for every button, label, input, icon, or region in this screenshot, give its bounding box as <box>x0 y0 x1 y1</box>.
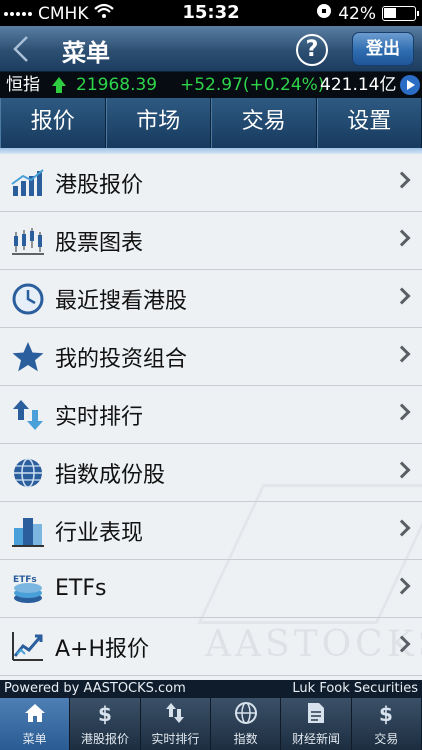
list-item[interactable]: 最近搜看港股 <box>0 270 422 328</box>
svg-text:$: $ <box>379 702 393 725</box>
index-value: 21968.39 <box>76 75 158 95</box>
bottom-nav: 菜单 $ 港股报价 实时排行 指数 财经新闻 $ 交易 <box>0 698 422 750</box>
nav-news[interactable]: 财经新闻 <box>281 698 352 750</box>
index-ticker[interactable]: 恒指 21968.39 +52.97(+0.24%) 421.14亿 <box>0 72 422 98</box>
chevron-right-icon <box>393 229 411 247</box>
tab-market[interactable]: 市场 <box>105 98 211 148</box>
menu-label: 实时排行 <box>55 404 144 430</box>
broker-name: Luk Fook Securities <box>292 681 418 696</box>
menu-label: 港股报价 <box>55 172 144 198</box>
chevron-right-icon <box>393 519 411 537</box>
list-item[interactable]: 指数成份股 <box>0 444 422 502</box>
chevron-right-icon <box>393 171 411 189</box>
list-item[interactable]: 港股报价 <box>0 154 422 212</box>
battery-icon <box>382 6 419 21</box>
menu-label: A+H报价 <box>55 636 150 662</box>
ah-chart-icon <box>11 630 45 664</box>
powered-by-text: Powered by AASTOCKS.com <box>4 681 186 696</box>
buildings-icon <box>11 514 45 548</box>
news-icon <box>281 698 350 728</box>
page-title: 菜单 <box>62 39 110 67</box>
list-item[interactable]: 行业表现 <box>0 502 422 560</box>
hk-quote-chart-icon <box>11 166 45 200</box>
list-item[interactable]: 我的投资组合 <box>0 328 422 386</box>
nav-label: 指数 <box>233 732 258 746</box>
menu-label: 股票图表 <box>55 230 144 256</box>
nav-label: 财经新闻 <box>291 732 340 746</box>
nav-hk-quote[interactable]: $ 港股报价 <box>70 698 141 750</box>
nav-trade[interactable]: $ 交易 <box>352 698 422 750</box>
top-tabs: 报价 市场 交易 设置 <box>0 98 422 148</box>
chevron-left-icon <box>13 36 28 62</box>
battery-percent: 42% <box>338 3 376 24</box>
menu-label: 我的投资组合 <box>55 346 188 372</box>
back-button[interactable] <box>10 34 36 64</box>
status-bar: CMHK 15:32 42% <box>0 0 422 26</box>
nav-menu[interactable]: 菜单 <box>0 698 71 750</box>
up-arrow-icon <box>52 77 66 93</box>
up-down-arrows-icon <box>11 398 45 432</box>
list-item[interactable]: 股票图表 <box>0 212 422 270</box>
dollar-icon: $ <box>352 698 421 728</box>
tab-trade[interactable]: 交易 <box>211 98 317 148</box>
rotation-lock-icon <box>316 3 332 24</box>
chevron-right-icon <box>393 345 411 363</box>
status-right: 42% <box>316 3 419 24</box>
globe-icon <box>11 456 45 490</box>
nav-label: 交易 <box>374 732 399 746</box>
index-turnover: 421.14亿 <box>320 75 397 95</box>
globe-icon <box>211 698 280 728</box>
nav-label: 菜单 <box>22 732 47 746</box>
title-bar: 菜单 ? 登出 <box>0 26 422 72</box>
menu-label: ETFs <box>55 576 107 601</box>
help-button[interactable]: ? <box>296 34 328 66</box>
list-item[interactable]: 实时排行 <box>0 386 422 444</box>
sort-arrows-icon <box>141 698 210 728</box>
menu-list: AASTOCKS 港股报价 股票图表 最近搜看港股 我的投资组合 实时排行 <box>0 154 422 680</box>
menu-label: 行业表现 <box>55 520 144 546</box>
nav-label: 港股报价 <box>80 732 129 746</box>
menu-label: 指数成份股 <box>55 462 166 488</box>
nav-ranking[interactable]: 实时排行 <box>141 698 211 750</box>
tab-settings[interactable]: 设置 <box>316 98 422 148</box>
star-icon <box>11 340 45 374</box>
list-item[interactable]: ETFs ETFs <box>0 560 422 618</box>
etf-coins-icon: ETFs <box>11 572 45 606</box>
play-icon[interactable] <box>400 75 420 95</box>
svg-text:$: $ <box>98 702 112 725</box>
candlestick-icon <box>11 224 45 258</box>
chevron-right-icon <box>393 635 411 653</box>
list-item[interactable]: A+H报价 <box>0 618 422 676</box>
index-change: +52.97(+0.24%) <box>180 75 325 95</box>
chevron-right-icon <box>393 461 411 479</box>
chevron-right-icon <box>393 577 411 595</box>
nav-index[interactable]: 指数 <box>211 698 282 750</box>
logout-button[interactable]: 登出 <box>352 32 414 66</box>
clock-icon <box>11 282 45 316</box>
home-icon <box>0 698 69 728</box>
menu-label: 最近搜看港股 <box>55 288 188 314</box>
dollar-icon: $ <box>70 698 139 728</box>
index-name: 恒指 <box>6 75 40 95</box>
nav-label: 实时排行 <box>151 732 200 746</box>
tab-quote[interactable]: 报价 <box>0 98 106 148</box>
chevron-right-icon <box>393 403 411 421</box>
credits-bar: Powered by AASTOCKS.com Luk Fook Securit… <box>0 680 422 698</box>
chevron-right-icon <box>393 287 411 305</box>
